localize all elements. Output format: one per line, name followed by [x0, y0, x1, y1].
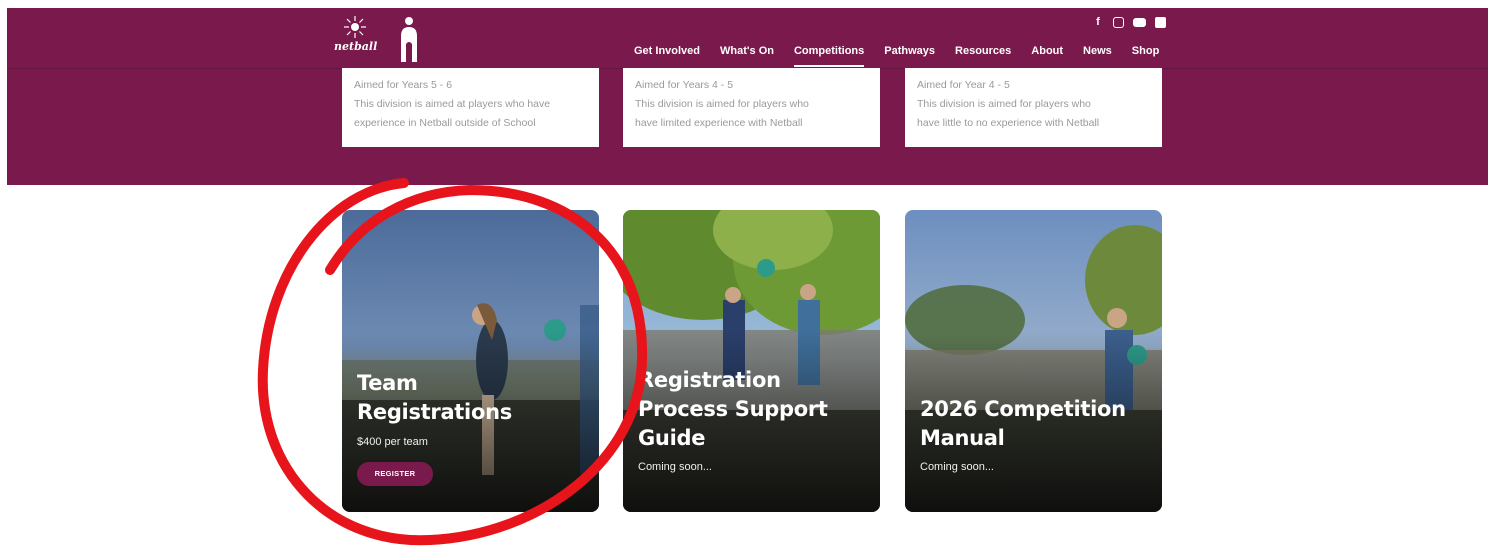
card-title: Team — [357, 371, 418, 395]
card-title: Process Support — [638, 397, 828, 421]
nav-get-involved[interactable]: Get Involved — [634, 45, 700, 57]
sun-logo-icon — [344, 16, 366, 38]
division-desc: This division is aimed for players who — [917, 98, 1091, 110]
card-subtitle: Coming soon... — [920, 461, 994, 473]
register-button[interactable]: REGISTER — [357, 462, 433, 486]
card-title: 2026 Competition — [920, 397, 1126, 421]
card-subtitle: $400 per team — [357, 436, 428, 448]
card-title: Registrations — [357, 400, 512, 424]
main-nav: Get Involved What's On Competitions Path… — [634, 45, 1179, 67]
instagram-icon[interactable] — [1113, 16, 1124, 28]
card-title: Registration — [638, 368, 781, 392]
linkedin-icon[interactable] — [1155, 16, 1166, 28]
division-age: Aimed for Years 4 - 5 — [635, 79, 734, 91]
facebook-icon[interactable]: f — [1092, 16, 1104, 28]
nav-news[interactable]: News — [1083, 45, 1112, 57]
competition-manual-card[interactable]: 2026 Competition Manual Coming soon... — [905, 210, 1162, 512]
card-title: Manual — [920, 426, 1005, 450]
nav-resources[interactable]: Resources — [955, 45, 1011, 57]
logo-text: netball — [334, 40, 378, 53]
division-age: Aimed for Years 5 - 6 — [354, 79, 453, 91]
division-desc: This division is aimed at players who ha… — [354, 98, 551, 110]
card-subtitle: Coming soon... — [638, 461, 712, 473]
division-card: Aimed for Years 4 - 5 This division is a… — [623, 68, 880, 147]
division-card: Aimed for Years 5 - 6 This division is a… — [342, 68, 599, 147]
division-desc: experience in Netball outside of School — [354, 117, 536, 129]
division-age: Aimed for Year 4 - 5 — [917, 79, 1010, 91]
division-card: Aimed for Year 4 - 5 This division is ai… — [905, 68, 1162, 147]
registration-guide-card[interactable]: Registration Process Support Guide Comin… — [623, 210, 880, 512]
social-links: f — [1092, 16, 1166, 28]
youtube-icon[interactable] — [1133, 17, 1146, 27]
nav-competitions[interactable]: Competitions — [793, 45, 865, 67]
nav-whats-on[interactable]: What's On — [720, 45, 774, 57]
nav-about[interactable]: About — [1031, 45, 1063, 57]
nav-pathways[interactable]: Pathways — [884, 45, 935, 57]
card-title: Guide — [638, 426, 706, 450]
player-figure-icon — [401, 17, 417, 62]
team-registrations-card[interactable]: Team Registrations $400 per team REGISTE… — [342, 210, 599, 512]
nav-shop[interactable]: Shop — [1132, 45, 1160, 57]
division-desc: have limited experience with Netball — [635, 117, 803, 129]
division-desc: have little to no experience with Netbal… — [917, 117, 1100, 129]
division-desc: This division is aimed for players who — [635, 98, 809, 110]
netball-logo[interactable]: netball — [334, 14, 434, 62]
